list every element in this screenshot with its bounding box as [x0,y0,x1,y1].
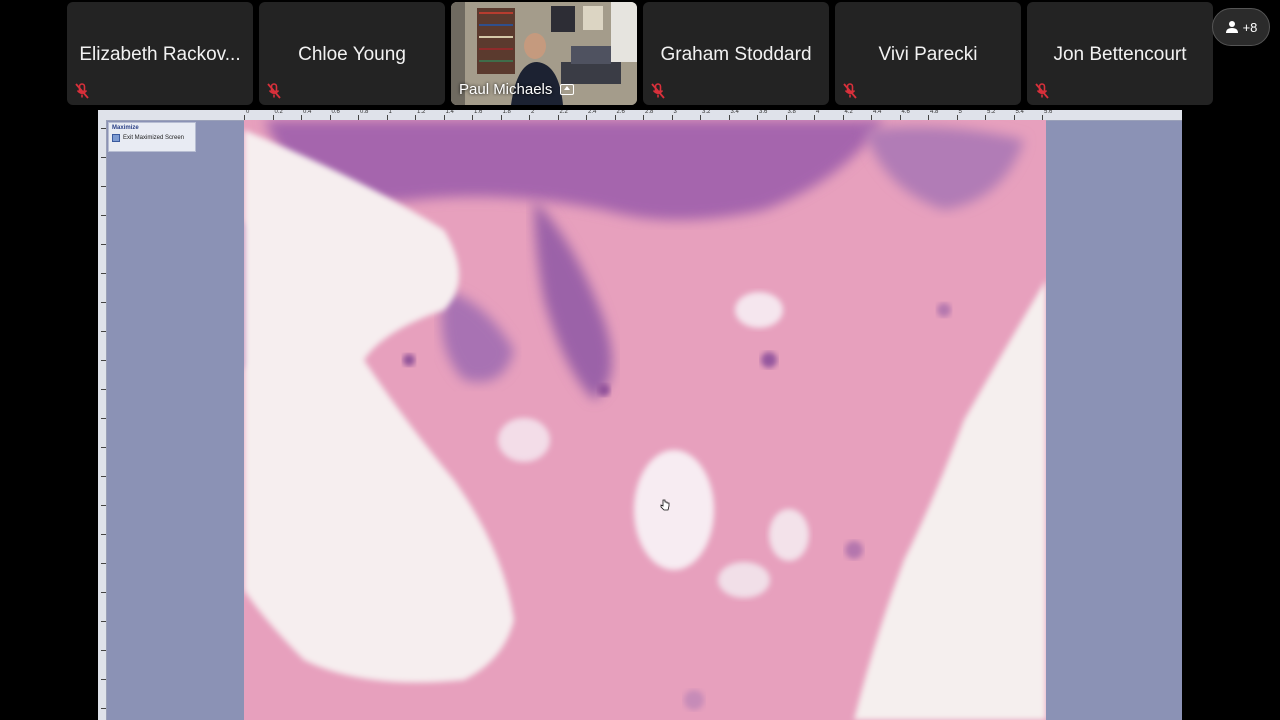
ruler-tick-label: 2.8 [645,110,654,115]
ruler-tick [101,186,106,187]
ruler-tick-label: 2 [531,110,535,115]
ruler-tick [101,389,106,390]
ruler-tick-label: 1.4 [445,110,454,115]
ruler-tick-label: 4.2 [844,110,853,115]
participant-name: Elizabeth Rackov... [79,44,241,65]
ruler-tick-label: 3.2 [702,110,711,115]
ruler-tick-label: 3.6 [759,110,768,115]
ruler-tick [101,418,106,419]
ruler-tick-label: 4.4 [873,110,882,115]
ruler-tick [101,621,106,622]
participant-name: Jon Bettencourt [1053,44,1187,65]
ruler-tick [101,534,106,535]
muted-mic-icon [75,83,89,99]
ruler-tick [101,273,106,274]
ruler-tick-label: 0.8 [360,110,369,115]
muted-mic-icon [843,83,857,99]
participant-tile-vivi[interactable]: Vivi Parecki [835,2,1021,105]
ruler-tick [101,157,106,158]
ruler-tick [101,244,106,245]
hand-cursor-icon [660,499,670,511]
ruler-tick-label: 0.6 [331,110,340,115]
exit-maximize-icon [112,134,120,142]
ruler-tick-label: 3.4 [730,110,739,115]
ruler-tick [101,331,106,332]
ruler-tick-label: 2.4 [588,110,597,115]
people-icon [1225,21,1238,33]
more-participants-button[interactable]: +8 [1212,8,1270,46]
ruler-tick-label: 5.4 [1015,110,1024,115]
participant-tile-elizabeth[interactable]: Elizabeth Rackov... [67,2,253,105]
ruler-tick-label: 2.6 [616,110,625,115]
ruler-tick [101,505,106,506]
participant-name-label: Paul Michaels [459,81,575,98]
vertical-ruler [98,120,107,720]
ruler-tick [101,476,106,477]
ruler-tick-label: 0 [246,110,250,115]
ruler-tick [101,302,106,303]
ruler-tick-label: 0.4 [303,110,312,115]
participant-tile-jon[interactable]: Jon Bettencourt [1027,2,1213,105]
participant-name: Graham Stoddard [660,44,812,65]
ruler-tick [101,563,106,564]
ruler-tick [101,360,106,361]
ruler-tick-label: 4.6 [901,110,910,115]
participant-name: Vivi Parecki [878,44,978,65]
shared-screen[interactable]: 0 0.2 0.4 0.6 0.8 1 1.2 1.4 1.6 1.8 2 2.2 2.4 2.6 2.8 3… [98,110,1182,720]
ruler-tick-label: 4 [816,110,820,115]
ruler-tick-label: 2.2 [559,110,568,115]
ruler-tick-label: 1 [388,110,392,115]
ruler-tick [101,128,106,129]
maximize-panel: Maximize Exit Maximized Screen [108,122,196,152]
ruler-tick-label: 4.8 [930,110,939,115]
exit-maximized-screen-label: Exit Maximized Screen [123,135,185,141]
ruler-tick [101,650,106,651]
ruler-tick-label: 1.8 [502,110,511,115]
ruler-tick [101,447,106,448]
participant-tile-paul-video[interactable]: Paul Michaels [451,2,637,105]
ruler-tick-label: 0.2 [274,110,283,115]
participant-name: Chloe Young [298,44,406,65]
ruler-tick-label: 5.2 [987,110,996,115]
exit-maximized-screen-button[interactable]: Exit Maximized Screen [109,133,195,143]
participant-tile-chloe[interactable]: Chloe Young [259,2,445,105]
participant-tile-graham[interactable]: Graham Stoddard [643,2,829,105]
muted-mic-icon [651,83,665,99]
more-participants-count: +8 [1242,19,1258,35]
ruler-tick [101,708,106,709]
ruler-tick [101,592,106,593]
ruler-tick-label: 3 [673,110,677,115]
ruler-tick-label: 3.8 [787,110,796,115]
participant-name: Paul Michaels [459,81,553,98]
muted-mic-icon [1035,83,1049,99]
ruler-tick-label: 1.2 [417,110,426,115]
muted-mic-icon [267,83,281,99]
ruler-tick-label: 1.6 [474,110,483,115]
screen-share-icon [560,84,575,95]
ruler-tick-label: 5 [958,110,962,115]
histology-slide-image[interactable] [244,120,1046,720]
ruler-tick-label: 5.6 [1044,110,1053,115]
maximize-panel-title: Maximize [112,125,139,131]
ruler-tick [101,215,106,216]
ruler-tick [101,679,106,680]
